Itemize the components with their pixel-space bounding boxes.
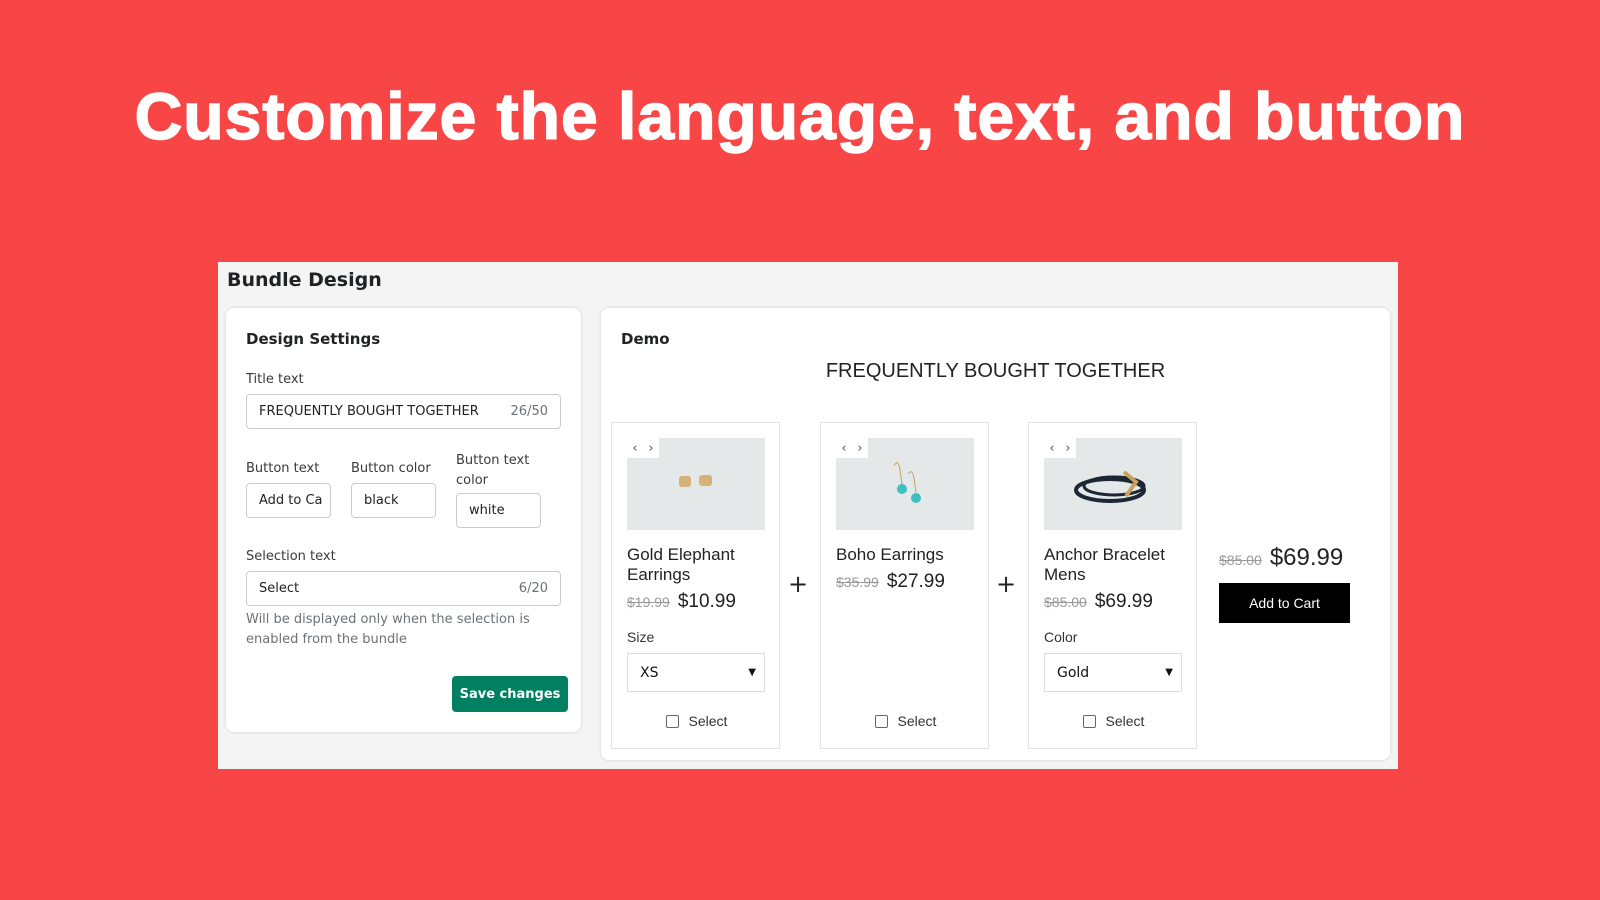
button-text-color-value: white [469,503,505,518]
sale-price: $69.99 [1094,591,1153,612]
demo-card: Demo FREQUENTLY BOUGHT TOGETHER ‹ › Gold … [601,308,1390,760]
color-select[interactable]: Gold ▼ [1044,653,1182,692]
save-changes-button[interactable]: Save changes [452,676,568,712]
option-label: Size [627,629,655,645]
select-checkbox[interactable]: Select [1029,713,1198,729]
button-text-value: Add to Ca [259,493,323,508]
selection-text-input[interactable]: Select 6/20 [246,571,561,606]
plus-icon: + [996,570,1017,598]
select-checkbox[interactable]: Select [612,713,781,729]
total-original-price: $85.00 [1219,552,1262,568]
selection-text-value: Select [259,581,300,596]
selection-help-text: Will be displayed only when the selectio… [246,612,530,647]
selection-text-label: Selection text [246,549,336,564]
button-text-color-label: Button text color [456,453,530,488]
product-prices: $19.99 $10.99 [627,591,736,613]
settings-heading: Design Settings [246,330,381,348]
chevron-left-icon[interactable]: ‹ [632,441,637,456]
product-image: ‹ › [627,438,765,530]
button-text-label: Button text [246,461,320,476]
plus-icon: + [788,570,809,598]
product-card: ‹ › Anchor Bracelet Mens $85.00 $69.99 Col… [1028,422,1197,749]
checkbox-icon[interactable] [665,714,679,728]
chevron-left-icon[interactable]: ‹ [1049,441,1054,456]
product-card: ‹ › Gold Elephant Earrings $19.99 $10.99 S… [611,422,780,749]
headline: Customize the language, text, and button [134,78,1466,154]
original-price: $19.99 [627,594,670,610]
product-image: ‹ › [1044,438,1182,530]
demo-heading: Demo [621,330,670,348]
button-color-input[interactable]: black [351,483,436,518]
size-select[interactable]: XS ▼ [627,653,765,692]
option-label: Color [1044,629,1078,645]
product-image: ‹ › [836,438,974,530]
image-nav[interactable]: ‹ › [1044,438,1076,458]
bundle-design-panel: Bundle Design Design Settings Title text… [218,262,1398,769]
chevron-right-icon[interactable]: › [857,441,862,456]
button-text-input[interactable]: Add to Ca [246,483,331,518]
add-to-cart-button[interactable]: Add to Cart [1219,583,1350,623]
product-name: Boho Earrings [836,545,944,564]
select-label: Select [688,713,728,729]
title-char-count: 26/50 [510,404,548,419]
original-price: $85.00 [1044,594,1087,610]
sale-price: $27.99 [886,571,945,592]
design-settings-card: Design Settings Title text FREQUENTLY BO… [226,308,581,732]
bundle-title: FREQUENTLY BOUGHT TOGETHER [825,360,1166,382]
title-text-value: FREQUENTLY BOUGHT TOGETHER [259,404,479,419]
product-name: Gold Elephant Earrings [627,545,735,584]
selection-char-count: 6/20 [518,581,548,596]
button-color-label: Button color [351,461,431,476]
size-value: XS [640,664,659,681]
button-color-value: black [364,493,399,508]
chevron-right-icon[interactable]: › [1065,441,1070,456]
title-text-label: Title text [246,372,304,387]
title-text-input[interactable]: FREQUENTLY BOUGHT TOGETHER 26/50 [246,394,561,429]
product-prices: $85.00 $69.99 [1044,591,1153,613]
checkbox-icon[interactable] [874,714,888,728]
select-label: Select [897,713,937,729]
sale-price: $10.99 [677,591,736,612]
chevron-left-icon[interactable]: ‹ [841,441,846,456]
chevron-down-icon: ▼ [748,667,756,678]
product-name: Anchor Bracelet Mens [1044,545,1165,584]
color-value: Gold [1057,664,1090,681]
product-card: ‹ › Boho Earrings $35.99 $27.99 Select [820,422,989,749]
total-price: $69.99 [1269,544,1344,571]
chevron-right-icon[interactable]: › [648,441,653,456]
product-prices: $35.99 $27.99 [836,571,945,593]
checkbox-icon[interactable] [1082,714,1096,728]
image-nav[interactable]: ‹ › [627,438,659,458]
select-checkbox[interactable]: Select [821,713,990,729]
original-price: $35.99 [836,574,879,590]
button-text-color-input[interactable]: white [456,493,541,528]
page-title: Bundle Design [227,269,382,291]
bundle-total: $85.00 $69.99 [1219,544,1343,572]
select-label: Select [1105,713,1145,729]
image-nav[interactable]: ‹ › [836,438,868,458]
chevron-down-icon: ▼ [1165,667,1173,678]
